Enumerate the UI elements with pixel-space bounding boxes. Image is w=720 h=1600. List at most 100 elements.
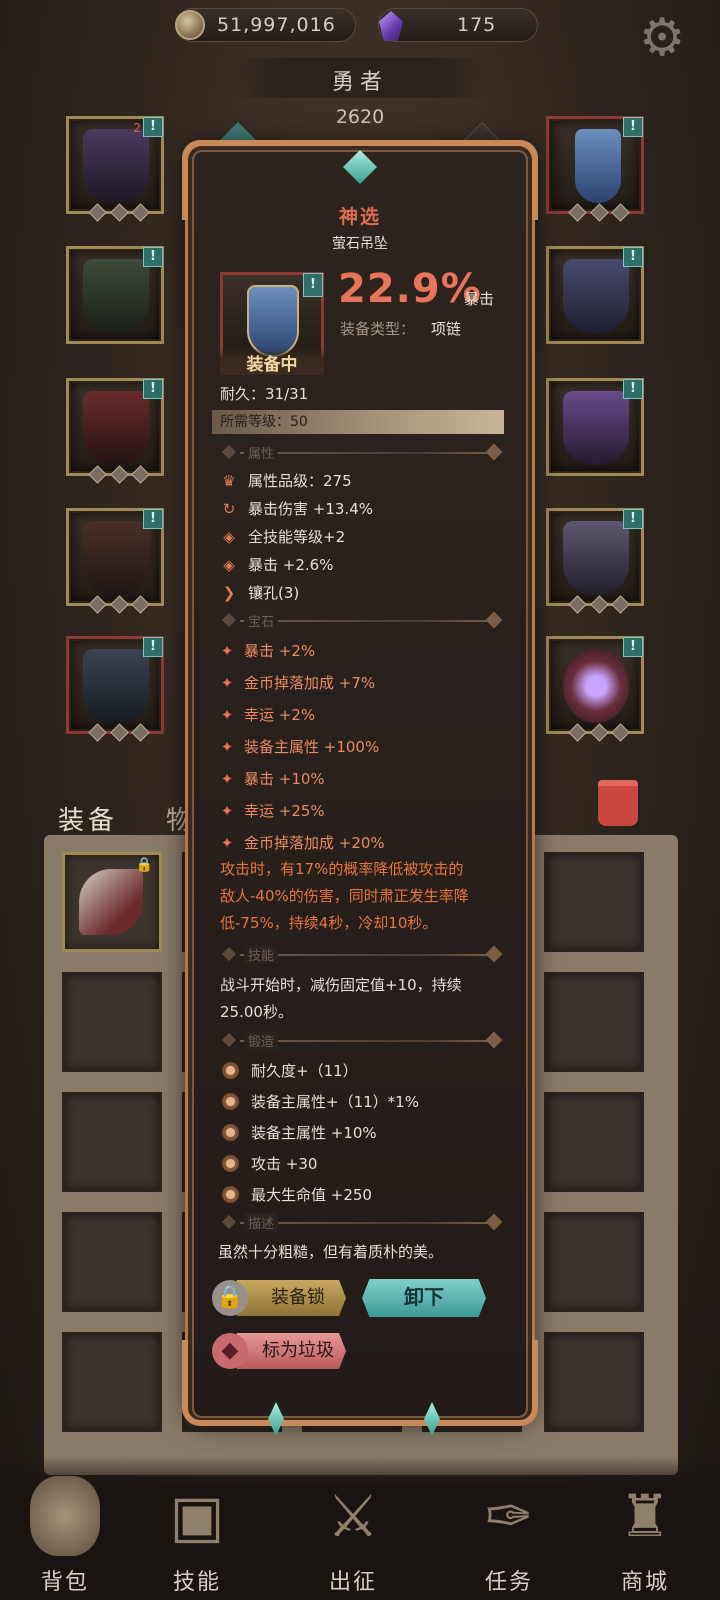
socket-gems bbox=[88, 595, 150, 614]
socket-gems bbox=[88, 723, 150, 742]
attribute-row: ↻ 暴击伤害 +13.4% bbox=[218, 498, 373, 519]
socket-gems bbox=[568, 723, 630, 742]
equip-slot-shoulder[interactable]: ! bbox=[546, 378, 644, 476]
bag-slot[interactable] bbox=[544, 852, 644, 952]
slot-alert-tag: ! bbox=[143, 637, 163, 657]
coin-icon bbox=[175, 10, 205, 40]
gem-row: ✦ 幸运 +2% bbox=[218, 704, 315, 725]
cloak-icon bbox=[563, 259, 629, 333]
bag-slot[interactable] bbox=[544, 1332, 644, 1432]
forge-row: 装备主属性+（11）*1% bbox=[222, 1091, 419, 1112]
nav-shop[interactable]: ♜ 商城 bbox=[590, 1470, 700, 1600]
trash-can-icon[interactable] bbox=[598, 780, 638, 826]
gem-row: ✦ 幸运 +25% bbox=[218, 800, 325, 821]
gem-sparkle-icon: ✦ bbox=[220, 834, 234, 852]
attribute-row: ◈ 暴击 +2.6% bbox=[218, 554, 333, 575]
bag-slot-sword[interactable]: 🔒 bbox=[62, 852, 162, 952]
pendant-icon bbox=[247, 285, 299, 357]
attribute-row: ❯ 镶孔(3) bbox=[218, 582, 300, 603]
forge-row: 最大生命值 +250 bbox=[222, 1184, 372, 1205]
item-type-value: 项链 bbox=[431, 320, 462, 338]
gem-sparkle-icon: ✦ bbox=[220, 674, 234, 692]
required-level: 所需等级：50 bbox=[212, 410, 504, 434]
bag-slot[interactable] bbox=[62, 972, 162, 1072]
bag-slot[interactable] bbox=[544, 972, 644, 1072]
backpack-icon bbox=[30, 1476, 100, 1556]
bag-slot[interactable] bbox=[62, 1092, 162, 1192]
equip-slot-ring[interactable]: ! bbox=[546, 636, 644, 742]
equip-slot-pants[interactable]: ! bbox=[66, 508, 164, 614]
section-forge: 锻造 bbox=[214, 1030, 504, 1050]
nav-quests[interactable]: ✑ 任务 bbox=[454, 1470, 564, 1600]
equipped-label: 装备中 bbox=[220, 348, 324, 375]
forge-dot-icon bbox=[222, 1154, 239, 1172]
gear-icon[interactable]: ⚙ bbox=[632, 12, 692, 72]
gem-sparkle-icon: ✦ bbox=[220, 706, 234, 724]
section-description: 描述 bbox=[214, 1212, 504, 1232]
gold-amount: 51,997,016 bbox=[217, 14, 336, 36]
boots-icon bbox=[83, 649, 149, 723]
nav-label: 技能 bbox=[172, 1570, 221, 1595]
nav-backpack[interactable]: 背包 bbox=[10, 1470, 120, 1600]
nav-expedition[interactable]: ⚔ 出征 bbox=[298, 1470, 408, 1600]
gem-row: ✦ 装备主属性 +100% bbox=[218, 736, 380, 757]
main-stat-value: 22.9% bbox=[338, 266, 482, 312]
item-alert-tag: ! bbox=[303, 273, 323, 297]
section-gems: 宝石 bbox=[214, 610, 504, 630]
equip-slot-cloak[interactable]: ! bbox=[546, 246, 644, 344]
tab-equipment[interactable]: 装备 bbox=[58, 800, 118, 837]
equip-slot-boots[interactable]: ! bbox=[66, 636, 164, 742]
item-rarity: 神选 bbox=[338, 206, 381, 228]
shop-icon: ♜ bbox=[619, 1482, 671, 1550]
slot-alert-tag: ! bbox=[143, 117, 163, 137]
forge-row: 攻击 +30 bbox=[222, 1153, 317, 1174]
skill-text: 战斗开始时，减伤固定值+10，持续 25.00秒。 bbox=[220, 976, 462, 1021]
socket-gems bbox=[88, 465, 150, 484]
gloves-icon bbox=[83, 391, 149, 465]
forge-dot-icon bbox=[222, 1061, 239, 1079]
lock-icon: 🔒 bbox=[212, 1280, 248, 1316]
bag-slot[interactable] bbox=[544, 1092, 644, 1192]
unequip-button[interactable]: 卸下 bbox=[362, 1279, 486, 1317]
shoulder-icon bbox=[563, 391, 629, 465]
socket-gems bbox=[568, 203, 630, 222]
nav-label: 商城 bbox=[620, 1570, 669, 1595]
slot-alert-tag: ! bbox=[143, 247, 163, 267]
bag-slot[interactable] bbox=[62, 1332, 162, 1432]
forge-dot-icon bbox=[222, 1185, 239, 1203]
bag-slot[interactable] bbox=[544, 1212, 644, 1312]
armor-icon bbox=[83, 259, 149, 333]
slot-badge: 2 bbox=[133, 121, 141, 135]
nav-label: 背包 bbox=[40, 1570, 89, 1595]
quality-icon: ♛ bbox=[222, 472, 236, 490]
item-name: 萤石吊坠 bbox=[332, 236, 388, 252]
equip-slot-gloves[interactable]: ! bbox=[66, 378, 164, 484]
socket-gems bbox=[88, 203, 150, 222]
bag-slot[interactable] bbox=[62, 1212, 162, 1312]
nav-skills[interactable]: ▣ 技能 bbox=[142, 1470, 252, 1600]
nav-label: 出征 bbox=[328, 1570, 377, 1595]
pants-icon bbox=[83, 521, 149, 595]
main-stat-name: 暴击 bbox=[464, 290, 495, 308]
gem-row: ✦ 暴击 +10% bbox=[218, 768, 325, 789]
ring-icon bbox=[563, 649, 629, 723]
forge-row: 装备主属性 +10% bbox=[222, 1122, 377, 1143]
equip-slot-helmet[interactable]: ! 2 bbox=[66, 116, 164, 222]
forge-dot-icon bbox=[222, 1123, 239, 1141]
equip-slot-weapon[interactable]: ! bbox=[546, 508, 644, 614]
gem-row: ✦ 金币掉落加成 +20% bbox=[218, 832, 385, 853]
equip-slot-necklace[interactable]: ! bbox=[546, 116, 644, 222]
item-description: 虽然十分粗糙，但有着质朴的美。 bbox=[218, 1243, 444, 1261]
attribute-row: ♛ 属性品级：275 bbox=[218, 470, 351, 491]
weapon-icon bbox=[563, 521, 629, 595]
gem-effect-text: 攻击时，有17%的概率降低被攻击的 敌人-40%的伤害，同时肃正发生率降 低-7… bbox=[220, 860, 469, 932]
durability: 耐久：31/31 bbox=[220, 385, 309, 403]
curved-sword-icon bbox=[79, 869, 143, 935]
expedition-icon: ⚔ bbox=[327, 1482, 379, 1550]
hero-name: 勇者 bbox=[331, 70, 388, 95]
equip-slot-armor[interactable]: ! bbox=[66, 246, 164, 344]
quest-scroll-icon: ✑ bbox=[484, 1482, 534, 1550]
slot-alert-tag: ! bbox=[143, 379, 163, 399]
gem-sparkle-icon: ✦ bbox=[220, 802, 234, 820]
gem-sparkle-icon: ✦ bbox=[220, 770, 234, 788]
